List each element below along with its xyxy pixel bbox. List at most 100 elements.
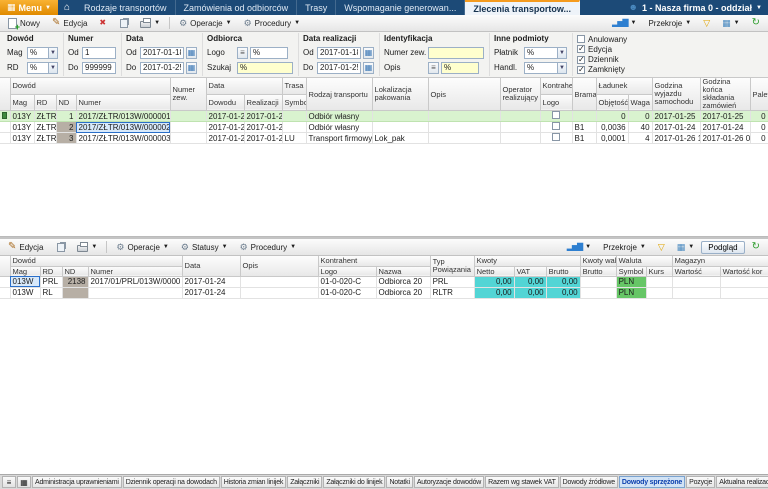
logo-checkbox[interactable] (552, 122, 561, 130)
cell-realizacji[interactable]: 2017-01-25 (244, 110, 283, 122)
cell-rodzaj-transportu[interactable]: Transport firmowy (306, 132, 373, 144)
mag-filter-select[interactable]: ▼ (27, 46, 58, 59)
cell-operator[interactable] (500, 121, 541, 133)
cell-godzina-wyjazdu[interactable]: 2017-01-24 (652, 121, 701, 133)
header-brutto-wal[interactable]: Brutto (580, 266, 617, 277)
header-kwoty-wal[interactable]: Kwoty wal. (580, 256, 617, 267)
header-objetosc[interactable]: Objętość (596, 94, 629, 112)
tab-rodzaje-transportow[interactable]: Rodzaje transportów (76, 0, 176, 15)
table-row[interactable]: 013W PRL 2138 2017/01/PRL/013W/0000 2017… (0, 276, 768, 288)
header-godzina-wyjazdu[interactable]: Godzina wyjazdu samochodu (652, 78, 701, 111)
filter-button[interactable]: ▽ (653, 241, 670, 254)
cell-rd[interactable]: ZŁTR (34, 110, 57, 122)
header-nazwa[interactable]: Nazwa (376, 266, 431, 277)
cell-logo[interactable] (540, 132, 573, 144)
bottom-edit-button[interactable]: ✎ Edycja (3, 240, 48, 254)
cell-operator[interactable] (500, 132, 541, 144)
header-nd[interactable]: ND (62, 266, 89, 277)
edit-button[interactable]: ✎ Edycja (47, 16, 92, 30)
row-selector[interactable] (0, 132, 11, 144)
platnik-filter-select[interactable]: ▼ (524, 46, 567, 59)
cell-nd[interactable]: 2138 (62, 276, 89, 288)
header-rd[interactable]: RD (40, 266, 63, 277)
cell-data-dowodu[interactable]: 2017-01-25 (206, 110, 245, 122)
handl-filter-input[interactable] (525, 62, 557, 73)
cell-kurs[interactable] (646, 287, 673, 299)
mag-filter-input[interactable] (28, 47, 48, 58)
logo-checkbox[interactable] (552, 111, 561, 119)
list-picker-icon[interactable]: ≡ (428, 61, 439, 74)
cell-brutto-wal[interactable] (580, 276, 617, 288)
header-godzina-konca[interactable]: Godzina końca składania zamówień (700, 78, 751, 111)
cell-typ[interactable]: RLTR (430, 287, 475, 299)
cell-trasa[interactable] (282, 121, 307, 133)
sections-dropdown[interactable]: Przekroje ▼ (643, 17, 696, 30)
data-od-input[interactable] (140, 46, 184, 59)
header-kwoty[interactable]: Kwoty (474, 256, 581, 267)
cell-wartosc-kor[interactable] (720, 276, 768, 288)
calendar-icon[interactable]: ▦ (186, 61, 197, 74)
bottom-tab-zalaczniki[interactable]: Załączniki (287, 476, 323, 488)
cell-numer-zew[interactable] (170, 121, 207, 133)
tab-trasy[interactable]: Trasy (297, 0, 337, 15)
cell-palety[interactable]: 0 (750, 110, 768, 122)
print-button[interactable]: ▼ (135, 16, 165, 30)
bottom-procedures-dropdown[interactable]: ⚙ Procedury ▼ (235, 241, 302, 254)
cell-data-dowodu[interactable]: 2017-01-25 (206, 121, 245, 133)
new-button[interactable]: Nowy (3, 16, 45, 32)
cell-numer-zew[interactable] (170, 132, 207, 144)
header-lokalizacja[interactable]: Lokalizacja pakowania (372, 78, 429, 111)
delete-button[interactable]: ✖ (94, 17, 111, 29)
cell-palety[interactable]: 0 (750, 121, 768, 133)
header-wartosc-kor[interactable]: Wartość kor (720, 266, 768, 277)
bottom-operations-dropdown[interactable]: ⚙ Operacje ▼ (111, 241, 174, 254)
cell-nd[interactable]: 1 (56, 110, 77, 122)
cell-godzina-konca[interactable]: 2017-01-25 (700, 110, 751, 122)
platnik-filter-input[interactable] (525, 47, 557, 58)
cell-numer[interactable]: 2017/ZŁTR/013W/000003 (76, 132, 171, 144)
header-netto[interactable]: Netto (474, 266, 515, 277)
cell-objetosc[interactable]: 0,0036 (596, 121, 629, 133)
header-numer[interactable]: Numer (88, 266, 183, 277)
chevron-down-icon[interactable]: ▼ (557, 47, 566, 58)
cell-logo[interactable] (540, 121, 573, 133)
bottom-tab-zalaczniki-do-linijek[interactable]: Załączniki do linijek (323, 476, 386, 488)
cell-rd[interactable]: RL (40, 287, 63, 299)
row-selector[interactable] (0, 276, 11, 288)
bottom-tab-pozycje[interactable]: Pozycje (686, 476, 716, 488)
cell-objetosc[interactable]: 0 (596, 110, 629, 122)
odbiorca-szukaj-input[interactable] (237, 61, 293, 74)
cell-waga[interactable]: 40 (628, 121, 653, 133)
chart-dropdown[interactable]: ▂▅▇ ▼ (562, 241, 596, 253)
header-kurs[interactable]: Kurs (646, 266, 673, 277)
chart-dropdown[interactable]: ▂▅▇ ▼ (607, 17, 641, 29)
cell-mag-selected[interactable]: 013W (10, 276, 41, 288)
header-data[interactable]: Data (182, 256, 241, 277)
checkbox-anulowany[interactable]: Anulowany (577, 34, 627, 44)
cell-netto[interactable]: 0,00 (474, 287, 515, 299)
cell-nd[interactable] (62, 287, 89, 299)
header-kontrahent[interactable]: Kontrahent (540, 78, 573, 95)
cell-rd[interactable]: PRL (40, 276, 63, 288)
tab-wspomaganie-generowania[interactable]: Wspomaganie generowan... (336, 0, 466, 15)
cell-logo[interactable]: 01-0-020-C (318, 287, 377, 299)
checkbox-edycja[interactable]: Edycja (577, 44, 627, 54)
header-waga[interactable]: Waga (628, 94, 653, 112)
company-selector[interactable]: ☻ 1 - Nasza firma 0 - oddział ▼ (623, 0, 768, 15)
grid-layout-dropdown[interactable]: ▦ ▼ (717, 17, 744, 30)
cell-numer-zew[interactable] (170, 110, 207, 122)
refresh-button[interactable]: ↻ (747, 16, 765, 30)
cell-realizacji[interactable]: 2017-01-25 (244, 132, 283, 144)
cell-godzina-konca[interactable]: 2017-01-26 09:00:00 (700, 132, 751, 144)
cell-waga[interactable]: 0 (628, 110, 653, 122)
data-realizacji-od-input[interactable] (317, 46, 361, 59)
cell-rd[interactable]: ZŁTR (34, 121, 57, 133)
bottom-tab-aktualna-realizacja[interactable]: Aktualna realizacja (716, 476, 768, 488)
table-row[interactable]: 013Y ZŁTR 1 2017/ZŁTR/013W/000001 2017-0… (0, 110, 768, 122)
filter-button[interactable]: ▽ (698, 17, 715, 30)
cell-netto[interactable]: 0,00 (474, 276, 515, 288)
cell-opis[interactable] (240, 276, 319, 288)
header-dowodu[interactable]: Dowodu (206, 94, 245, 112)
header-trasa[interactable]: Trasa (282, 78, 307, 95)
cell-opis[interactable] (428, 121, 501, 133)
